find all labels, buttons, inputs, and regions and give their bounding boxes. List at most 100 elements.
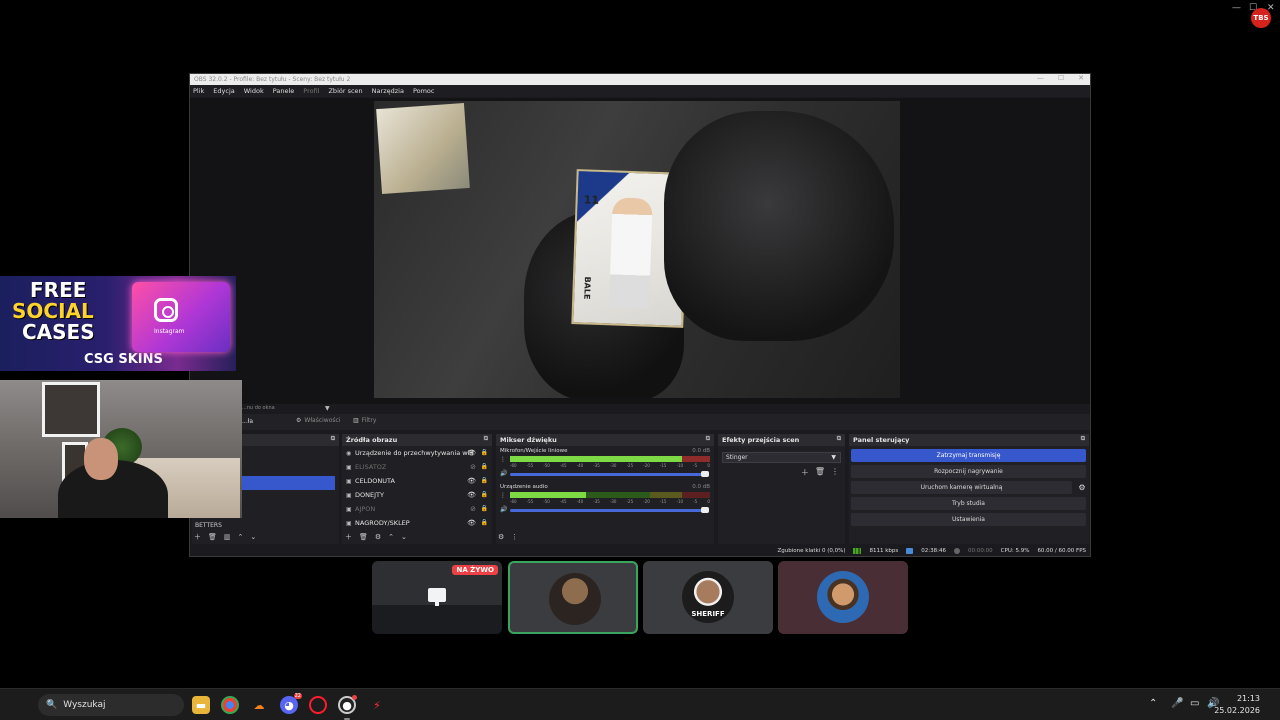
gear-icon[interactable]: ⚙: [375, 533, 381, 541]
speaker-icon[interactable]: 🔊: [500, 470, 507, 477]
source-item[interactable]: ▣ DONEJTY 👁 🔒: [342, 488, 492, 502]
dock-undock-icon[interactable]: ⧉: [331, 435, 335, 443]
transition-select[interactable]: Stinger ▼: [722, 452, 841, 463]
dock-undock-icon[interactable]: ⧉: [1081, 435, 1085, 443]
menu-tools[interactable]: Narzędzia: [372, 87, 404, 95]
lock-icon[interactable]: 🔒: [481, 505, 488, 512]
menu-scene-collection[interactable]: Zbiór scen: [328, 87, 362, 95]
image-icon: ▣: [346, 477, 352, 485]
volume-slider[interactable]: [510, 507, 709, 513]
arrow-up-icon[interactable]: ⌃: [388, 533, 394, 541]
arrow-up-icon[interactable]: ⌃: [238, 533, 244, 541]
participant-tile[interactable]: SHERIFF: [643, 561, 773, 634]
bolt-app-icon[interactable]: ⚡: [368, 696, 386, 714]
stop-streaming-button[interactable]: Zatrzymaj transmisję: [851, 449, 1086, 462]
lock-icon[interactable]: 🔒: [481, 463, 488, 470]
source-item[interactable]: ▣ AJPON ⊘ 🔒: [342, 502, 492, 516]
add-icon[interactable]: ＋: [194, 532, 201, 542]
source-item[interactable]: ◉ Urządzenie do przechwytywania wid 👁 🔒: [342, 446, 492, 460]
more-vertical-icon[interactable]: ⋮: [500, 492, 506, 499]
speaker-icon[interactable]: 🔊: [500, 506, 507, 513]
settings-button[interactable]: Ustawienia: [851, 513, 1086, 526]
source-item[interactable]: ▣ ELISATOZ ⊘ 🔒: [342, 460, 492, 474]
opera-gx-icon[interactable]: [309, 696, 327, 714]
discord-icon[interactable]: ◕ 22: [280, 693, 302, 714]
more-vertical-icon[interactable]: ⋮: [511, 533, 518, 541]
camera-icon: ◉: [346, 449, 352, 457]
taskbar-search[interactable]: 🔍 Wyszukaj: [38, 694, 184, 716]
minimize-icon[interactable]: —: [1232, 3, 1241, 13]
eye-icon[interactable]: 👁: [467, 491, 476, 499]
eye-icon[interactable]: 👁: [467, 477, 476, 485]
trash-icon[interactable]: 🗑: [359, 533, 368, 541]
meter-ticks: -60 -55 -50 -45 -40 -35 -30 -25 -20 -15 -10 -5 0: [510, 463, 710, 468]
obs-minimize-icon[interactable]: —: [1037, 74, 1044, 82]
chevron-up-icon[interactable]: ⌃: [1149, 698, 1157, 709]
avatar: [817, 571, 869, 623]
eye-icon[interactable]: 👁: [467, 449, 476, 457]
scene-item-label[interactable]: BETTERS: [195, 522, 222, 529]
menu-help[interactable]: Pomoc: [413, 87, 435, 95]
trash-icon[interactable]: 🗑: [815, 467, 825, 478]
source-label: AJPON: [355, 505, 376, 513]
transitions-dock-title: Efekty przejścia scen: [722, 436, 800, 444]
source-item[interactable]: ▣ NAGRODY/SKLEP 👁 🔒: [342, 516, 492, 530]
menu-file[interactable]: Plik: [193, 87, 204, 95]
record-icon: [953, 547, 960, 554]
eye-icon[interactable]: 👁: [467, 519, 476, 527]
obs-titlebar[interactable]: OBS 32.0.2 - Profile: Bez tytułu - Sceny…: [190, 74, 1090, 85]
properties-button[interactable]: ⚙ Właściwości: [296, 417, 340, 424]
properties-label: Właściwości: [304, 417, 341, 424]
menu-docks[interactable]: Panele: [273, 87, 295, 95]
clock-date: 25.02.2026: [1214, 706, 1260, 715]
menu-profile[interactable]: Profil: [303, 87, 319, 95]
card-player-name: BALE: [582, 276, 592, 300]
participant-tile-screenshare[interactable]: NA ŻYWO: [372, 561, 502, 634]
lock-icon[interactable]: 🔒: [481, 477, 488, 484]
filters-button[interactable]: ▥ Filtry: [353, 417, 376, 424]
source-item[interactable]: ▣ CELDONUTA 👁 🔒: [342, 474, 492, 488]
more-vertical-icon[interactable]: ⋮: [831, 467, 839, 478]
chrome-icon[interactable]: [221, 696, 239, 714]
network-icon[interactable]: ▭: [1190, 698, 1199, 709]
mixer-channel: Mikrofon/Wejście liniowe 0.0 dB ⋮ -60 -55…: [496, 446, 714, 482]
dock-undock-icon[interactable]: ⧉: [706, 435, 710, 443]
stream-preview[interactable]: 11 BALE: [374, 101, 900, 398]
obs-icon[interactable]: ●: [338, 695, 357, 714]
arrow-down-icon[interactable]: ⌄: [250, 533, 256, 541]
start-virtual-camera-button[interactable]: Uruchom kamerę wirtualną: [851, 481, 1072, 494]
studio-mode-button[interactable]: Tryb studia: [851, 497, 1086, 510]
microphone-icon[interactable]: 🎤: [1171, 698, 1183, 709]
chevron-down-icon[interactable]: ▼: [325, 405, 330, 412]
participant-tile[interactable]: [778, 561, 908, 634]
windows-start-icon[interactable]: [12, 696, 29, 713]
clock[interactable]: 21:13 25.02.2026: [1214, 693, 1260, 717]
live-time: 02:38:46: [921, 547, 946, 554]
dock-undock-icon[interactable]: ⧉: [484, 435, 488, 443]
mixer-settings-icon[interactable]: ⚙: [498, 533, 504, 541]
start-recording-button[interactable]: Rozpocznij nagrywanie: [851, 465, 1086, 478]
eye-off-icon[interactable]: ⊘: [470, 463, 476, 471]
dock-undock-icon[interactable]: ⧉: [837, 435, 841, 443]
menu-edit[interactable]: Edycja: [213, 87, 234, 95]
add-icon[interactable]: ＋: [345, 532, 352, 542]
eye-off-icon[interactable]: ⊘: [470, 505, 476, 513]
obs-close-icon[interactable]: ✕: [1078, 74, 1084, 82]
live-icon: [906, 547, 914, 554]
lock-icon[interactable]: 🔒: [481, 491, 488, 498]
lock-icon[interactable]: 🔒: [481, 449, 488, 456]
arrow-down-icon[interactable]: ⌄: [401, 533, 407, 541]
cloudflare-icon[interactable]: ☁: [250, 696, 268, 714]
volume-slider[interactable]: [510, 471, 709, 477]
trash-icon[interactable]: 🗑: [208, 533, 217, 541]
signal-icon: [853, 547, 862, 554]
lock-icon[interactable]: 🔒: [481, 519, 488, 526]
participant-tile-speaking[interactable]: [508, 561, 638, 634]
more-vertical-icon[interactable]: ⋮: [500, 456, 506, 463]
file-explorer-icon[interactable]: ▬: [192, 696, 210, 714]
menu-view[interactable]: Widok: [244, 87, 264, 95]
filter-icon[interactable]: ▥: [224, 533, 231, 541]
obs-maximize-icon[interactable]: ☐: [1058, 74, 1064, 82]
gear-icon[interactable]: ⚙: [1075, 483, 1089, 492]
add-icon[interactable]: ＋: [801, 467, 809, 478]
